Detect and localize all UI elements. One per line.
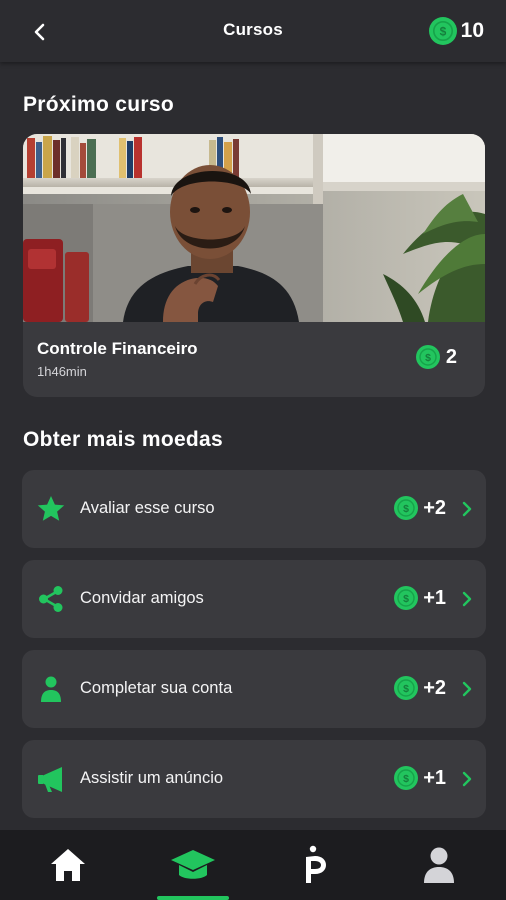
- rate-course-button[interactable]: Avaliar esse curso $ +2: [22, 470, 486, 548]
- course-duration: 1h46min: [37, 364, 87, 379]
- action-label: Assistir um anúncio: [80, 769, 224, 787]
- svg-text:$: $: [403, 683, 409, 695]
- dollar-coin-icon: $: [394, 586, 419, 610]
- star-icon: [37, 496, 65, 521]
- chevron-right-icon: [462, 681, 472, 697]
- dollar-coin-icon: $: [394, 496, 419, 520]
- watch-ad-button[interactable]: Assistir um anúncio $ +1: [22, 740, 486, 818]
- invite-friends-button[interactable]: Convidar amigos $ +1: [22, 560, 486, 638]
- reward-value: +1: [423, 766, 446, 789]
- svg-text:$: $: [439, 25, 446, 39]
- megaphone-icon: [38, 767, 62, 792]
- reward-value: +1: [423, 586, 446, 609]
- coin-balance[interactable]: $ 10: [428, 16, 484, 46]
- chevron-right-icon: [462, 591, 472, 607]
- action-reward: $ +2: [394, 496, 446, 520]
- user-icon: [424, 847, 454, 883]
- course-coin-value: 2: [445, 345, 457, 368]
- chevron-right-icon: [462, 771, 472, 787]
- svg-text:$: $: [403, 503, 409, 515]
- action-label: Convidar amigos: [80, 589, 204, 607]
- action-reward: $ +2: [394, 676, 446, 700]
- svg-text:$: $: [403, 593, 409, 605]
- svg-text:$: $: [425, 352, 431, 364]
- dollar-coin-icon: $: [394, 676, 419, 700]
- person-icon: [41, 676, 61, 702]
- nav-brand[interactable]: [252, 830, 378, 900]
- graduation-cap-icon: [171, 850, 215, 879]
- bottom-navigation: [0, 830, 506, 900]
- dollar-coin-icon: $: [428, 17, 457, 45]
- action-label: Avaliar esse curso: [80, 499, 215, 517]
- share-icon: [39, 586, 63, 612]
- dollar-coin-icon: $: [394, 766, 419, 790]
- complete-account-button[interactable]: Completar sua conta $ +2: [22, 650, 486, 728]
- next-course-heading: Próximo curso: [23, 93, 174, 116]
- reward-value: +2: [423, 496, 446, 519]
- course-title: Controle Financeiro: [37, 339, 198, 358]
- action-reward: $ +1: [394, 586, 446, 610]
- course-coin-cost: $ 2: [415, 345, 457, 369]
- p-logo-icon: [306, 845, 326, 883]
- nav-home[interactable]: [5, 830, 131, 900]
- active-tab-indicator: [157, 896, 229, 900]
- course-thumbnail: [23, 134, 485, 322]
- action-label: Completar sua conta: [80, 679, 233, 697]
- nav-profile[interactable]: [376, 830, 502, 900]
- dollar-coin-icon: $: [415, 345, 440, 369]
- balance-value: 10: [460, 19, 484, 42]
- nav-courses[interactable]: [130, 830, 256, 900]
- top-app-bar: Cursos $ 10: [0, 0, 506, 62]
- reward-value: +2: [423, 676, 446, 699]
- next-course-card[interactable]: Controle Financeiro 1h46min $ 2: [23, 134, 485, 397]
- home-icon: [51, 849, 85, 881]
- action-reward: $ +1: [394, 766, 446, 790]
- svg-text:$: $: [403, 773, 409, 785]
- earn-coins-heading: Obter mais moedas: [23, 428, 224, 451]
- chevron-right-icon: [462, 501, 472, 517]
